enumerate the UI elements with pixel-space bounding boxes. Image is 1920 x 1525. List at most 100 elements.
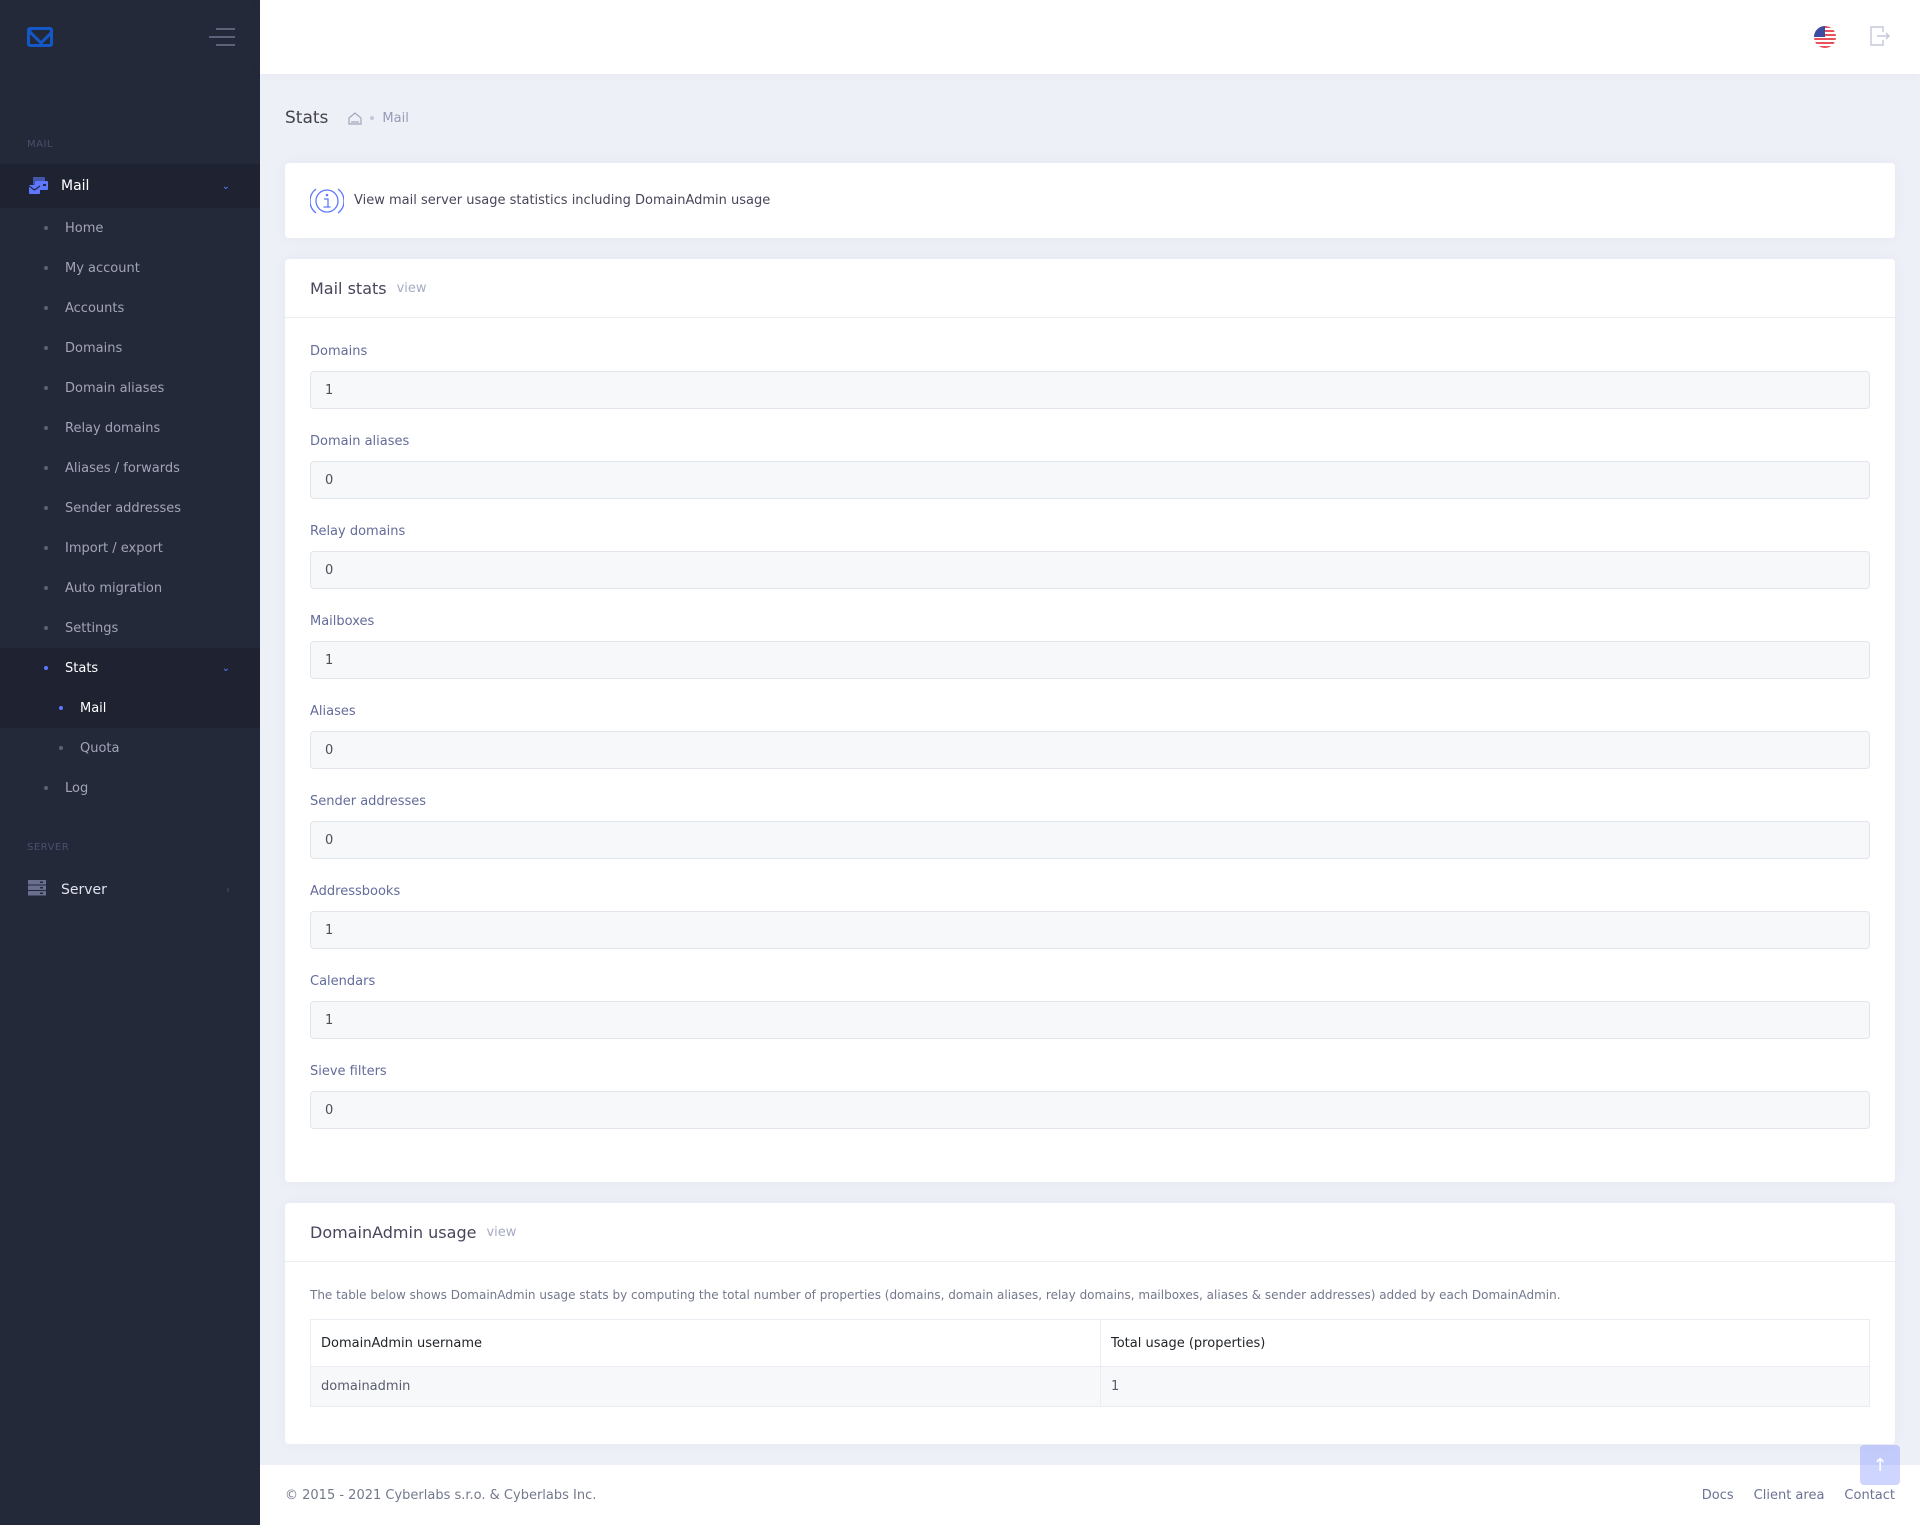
mailboxes-field[interactable]: 1 — [310, 641, 1870, 679]
breadcrumb-item-mail[interactable]: Mail — [382, 111, 408, 126]
sender-addresses-field[interactable]: 0 — [310, 821, 1870, 859]
table-row: domainadmin 1 — [310, 1366, 1870, 1407]
sidebar-item-label: Mail — [80, 700, 107, 716]
footer: © 2015 - 2021 Cyberlabs s.r.o. & Cyberla… — [260, 1465, 1920, 1525]
card-title: Mail stats — [310, 278, 387, 298]
sidebar-item-import-export[interactable]: Import / export — [0, 528, 260, 568]
copyright: © 2015 - 2021 Cyberlabs s.r.o. & Cyberla… — [285, 1487, 597, 1503]
sidebar-item-relay-domains[interactable]: Relay domains — [0, 408, 260, 448]
sidebar-item-label: Sender addresses — [65, 500, 182, 516]
footer-link-contact[interactable]: Contact — [1844, 1488, 1895, 1503]
breadcrumb: Mail — [348, 111, 409, 126]
field-label: Sender addresses — [310, 794, 427, 809]
bullet-icon — [44, 786, 48, 790]
bullet-icon — [44, 466, 48, 470]
sieve-filters-field[interactable]: 0 — [310, 1091, 1870, 1129]
page-title: Stats — [285, 108, 329, 128]
field-label: Addressbooks — [310, 884, 401, 899]
sidebar-item-server[interactable]: Server › — [0, 868, 260, 912]
sidebar-item-log[interactable]: Log — [0, 768, 260, 808]
bullet-icon — [44, 546, 48, 550]
field-mailboxes: Mailboxes 1 — [310, 612, 1870, 702]
footer-links: Docs Client area Contact — [1702, 1488, 1895, 1503]
cell-username: domainadmin — [310, 1366, 1101, 1407]
mail-logo-icon[interactable] — [27, 27, 53, 47]
scroll-top-button[interactable]: ↑ — [1860, 1445, 1900, 1485]
sidebar-item-stats-quota[interactable]: Quota — [0, 728, 260, 768]
chevron-down-icon: ⌄ — [221, 662, 230, 674]
sidebar-item-settings[interactable]: Settings — [0, 608, 260, 648]
sidebar-item-home[interactable]: Home — [0, 208, 260, 248]
sidebar-item-auto-migration[interactable]: Auto migration — [0, 568, 260, 608]
sidebar-item-domains[interactable]: Domains — [0, 328, 260, 368]
us-flag-icon[interactable] — [1814, 26, 1836, 48]
sidebar-item-stats-mail[interactable]: Mail — [0, 688, 260, 728]
sidebar-item-label: Server — [61, 882, 107, 898]
sidebar-item-label: Home — [65, 220, 104, 236]
sidebar-item-my-account[interactable]: My account — [0, 248, 260, 288]
calendars-field[interactable]: 1 — [310, 1001, 1870, 1039]
section-label-server: SERVER — [27, 842, 70, 853]
footer-link-client-area[interactable]: Client area — [1754, 1488, 1825, 1503]
bullet-icon — [44, 506, 48, 510]
sidebar-item-label: Domain aliases — [65, 380, 165, 396]
field-sieve-filters: Sieve filters 0 — [310, 1062, 1870, 1152]
usage-table: DomainAdmin username Total usage (proper… — [310, 1319, 1870, 1407]
bullet-icon — [44, 266, 48, 270]
relay-domains-field[interactable]: 0 — [310, 551, 1870, 589]
sidebar-item-label: Mail — [61, 178, 90, 194]
info-icon — [309, 184, 345, 218]
field-domains: Domains 1 — [310, 342, 1870, 432]
sidebar-item-mail[interactable]: Mail ⌄ — [0, 164, 260, 208]
domainadmin-usage-card: DomainAdmin usage view The table below s… — [285, 1203, 1895, 1444]
sidebar-item-label: Settings — [65, 620, 119, 636]
card-title: DomainAdmin usage — [310, 1222, 477, 1242]
sidebar-item-label: Accounts — [65, 300, 125, 316]
breadcrumb-separator — [370, 116, 375, 120]
field-aliases: Aliases 0 — [310, 702, 1870, 792]
bullet-icon — [44, 626, 48, 630]
sidebar-item-stats[interactable]: Stats ⌄ — [0, 648, 260, 688]
addressbooks-field[interactable]: 1 — [310, 911, 1870, 949]
top-header — [260, 0, 1920, 74]
card-subtitle: view — [486, 1224, 517, 1240]
logout-icon[interactable] — [1869, 25, 1891, 47]
sidebar-item-accounts[interactable]: Accounts — [0, 288, 260, 328]
sidebar: MAIL Mail ⌄ Home My account Accounts Dom… — [0, 0, 260, 1525]
field-label: Mailboxes — [310, 614, 375, 629]
field-sender-addresses: Sender addresses 0 — [310, 792, 1870, 882]
column-header-username: DomainAdmin username — [310, 1319, 1101, 1367]
info-text: View mail server usage statistics includ… — [354, 193, 771, 208]
section-label-mail: MAIL — [27, 139, 53, 150]
usage-description: The table below shows DomainAdmin usage … — [310, 1288, 1561, 1302]
domain-aliases-field[interactable]: 0 — [310, 461, 1870, 499]
field-domain-aliases: Domain aliases 0 — [310, 432, 1870, 522]
sidebar-item-sender-addresses[interactable]: Sender addresses — [0, 488, 260, 528]
card-header: DomainAdmin usage view — [285, 1203, 1895, 1262]
footer-link-docs[interactable]: Docs — [1702, 1488, 1734, 1503]
arrow-up-icon: ↑ — [1872, 1454, 1888, 1476]
sidebar-item-aliases-forwards[interactable]: Aliases / forwards — [0, 448, 260, 488]
bullet-icon — [59, 706, 63, 710]
server-icon — [28, 880, 49, 900]
field-calendars: Calendars 1 — [310, 972, 1870, 1062]
domains-field[interactable]: 1 — [310, 371, 1870, 409]
home-icon[interactable] — [348, 111, 363, 125]
bullet-icon — [44, 346, 48, 350]
bullet-icon — [44, 586, 48, 590]
bullet-icon — [44, 666, 48, 670]
sidebar-item-label: Domains — [65, 340, 123, 356]
sidebar-toggle-icon[interactable] — [209, 28, 235, 46]
subheader: Stats Mail — [285, 108, 409, 128]
sidebar-item-domain-aliases[interactable]: Domain aliases — [0, 368, 260, 408]
sidebar-item-label: Auto migration — [65, 580, 163, 596]
sidebar-item-label: Aliases / forwards — [65, 460, 180, 476]
mail-folder-icon — [28, 176, 49, 196]
field-label: Relay domains — [310, 524, 406, 539]
aliases-field[interactable]: 0 — [310, 731, 1870, 769]
sidebar-item-label: Quota — [80, 740, 120, 756]
field-label: Aliases — [310, 704, 356, 719]
sidebar-item-label: Import / export — [65, 540, 163, 556]
chevron-down-icon: ⌄ — [221, 180, 230, 192]
card-body: The table below shows DomainAdmin usage … — [285, 1262, 1895, 1407]
